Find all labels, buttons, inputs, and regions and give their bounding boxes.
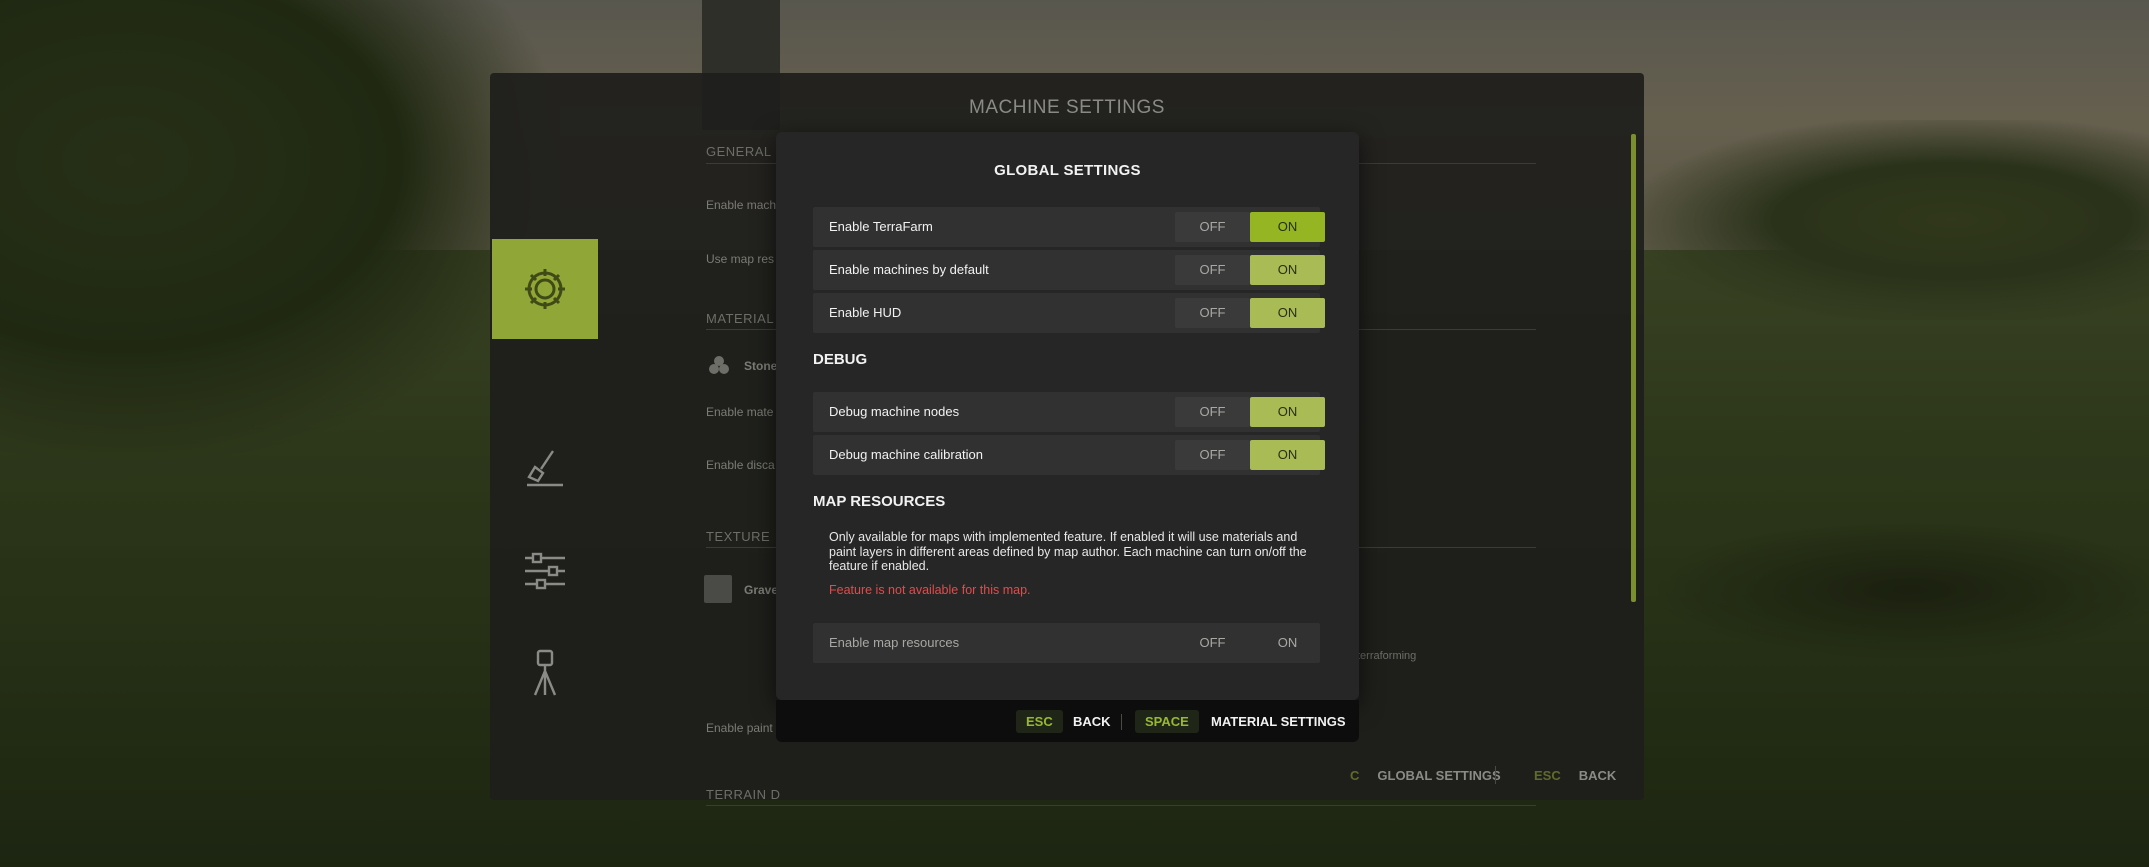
back-label: BACK xyxy=(1578,767,1617,783)
gear-icon xyxy=(519,263,571,315)
setting-enable-terrafarm: Enable TerraFarm OFF ON xyxy=(813,207,1325,247)
toggle-off[interactable]: OFF xyxy=(1175,212,1250,242)
setting-debug-machine-calibration: Debug machine calibration OFF ON xyxy=(813,435,1325,475)
tab-settings-sliders[interactable] xyxy=(492,521,598,621)
debug-heading: DEBUG xyxy=(813,351,868,368)
setting-enable-hud: Enable HUD OFF ON xyxy=(813,293,1325,333)
back-button[interactable]: BACK xyxy=(1073,710,1111,733)
setting-enable-machines-default: Enable machines by default OFF ON xyxy=(813,250,1325,290)
enable-material-label: Enable mate xyxy=(706,405,774,419)
settings-tab-strip xyxy=(490,73,600,800)
toggle-switch: OFF ON xyxy=(1175,298,1326,328)
toggle-switch: OFF ON xyxy=(1175,440,1326,470)
key-space[interactable]: SPACE xyxy=(1135,710,1199,733)
shovel-icon xyxy=(521,445,569,493)
toggle-off[interactable]: OFF xyxy=(1175,298,1250,328)
map-resources-description: Only available for maps with implemented… xyxy=(829,530,1307,573)
scrollbar[interactable] xyxy=(1631,134,1636,602)
back-button-bg[interactable]: ESC BACK xyxy=(1534,750,1616,800)
global-settings-label: GLOBAL SETTINGS xyxy=(1377,767,1501,783)
setting-enable-map-resources: Enable map resources OFF ON xyxy=(813,623,1320,663)
gravel-texture-name: Grave xyxy=(744,583,779,597)
stone-material-name: Stone xyxy=(744,359,778,373)
map-resources-heading: MAP RESOURCES xyxy=(813,493,946,510)
toggle-on[interactable]: ON xyxy=(1250,397,1325,427)
dialog-footer: ESC BACK SPACE MATERIAL SETTINGS xyxy=(776,700,1359,742)
footer-separator xyxy=(1495,766,1496,784)
setting-label: Debug machine calibration xyxy=(829,447,983,462)
toggle-switch: OFF ON xyxy=(1175,212,1326,242)
section-general: GENERAL xyxy=(706,144,772,159)
setting-label: Enable HUD xyxy=(829,305,902,320)
toggle-off[interactable]: OFF xyxy=(1175,397,1250,427)
toggle-on[interactable]: ON xyxy=(1250,440,1325,470)
gravel-swatch xyxy=(704,575,732,603)
section-texture: TEXTURE xyxy=(706,529,771,544)
toggle-off[interactable]: OFF xyxy=(1175,255,1250,285)
toggle-switch: OFF ON xyxy=(1175,255,1326,285)
section-material: MATERIAL xyxy=(706,311,775,326)
key-esc[interactable]: ESC xyxy=(1016,710,1063,733)
machine-settings-title: MACHINE SETTINGS xyxy=(969,97,1165,118)
enable-machine-label: Enable mach xyxy=(706,198,777,212)
toggle-on[interactable]: ON xyxy=(1250,298,1325,328)
toggle-switch-disabled: OFF ON xyxy=(1175,628,1326,658)
setting-label: Debug machine nodes xyxy=(829,404,960,419)
global-settings-button[interactable]: C GLOBAL SETTINGS xyxy=(1350,750,1501,800)
toggle-on[interactable]: ON xyxy=(1250,255,1325,285)
key-esc: ESC xyxy=(1534,767,1561,783)
tab-material[interactable] xyxy=(492,419,598,519)
toggle-off: OFF xyxy=(1199,635,1226,650)
stone-icon xyxy=(706,353,732,377)
key-c: C xyxy=(1350,767,1360,783)
sliders-icon xyxy=(521,547,569,595)
dialog-title: GLOBAL SETTINGS xyxy=(994,162,1141,179)
setting-label: Enable machines by default xyxy=(829,262,989,277)
use-map-resources-label: Use map res xyxy=(706,252,775,266)
setting-debug-machine-nodes: Debug machine nodes OFF ON xyxy=(813,392,1325,432)
map-resources-warning: Feature is not available for this map. xyxy=(829,583,1031,597)
enable-discharge-label: Enable disca xyxy=(706,458,775,472)
footer-separator xyxy=(1121,714,1122,730)
divider xyxy=(706,805,1536,806)
setting-label: Enable TerraFarm xyxy=(829,219,933,234)
toggle-off[interactable]: OFF xyxy=(1175,440,1250,470)
survey-tripod-icon xyxy=(521,647,569,699)
toggle-on[interactable]: ON xyxy=(1250,212,1325,242)
toggle-on: ON xyxy=(1277,635,1298,650)
global-settings-dialog: GLOBAL SETTINGS Enable TerraFarm OFF ON … xyxy=(776,132,1359,700)
enable-paint-label: Enable paint xyxy=(706,721,773,735)
terraforming-note: terraforming xyxy=(1357,650,1417,662)
tab-calibration[interactable] xyxy=(492,623,598,723)
tab-machine-settings[interactable] xyxy=(492,239,598,339)
material-settings-button[interactable]: MATERIAL SETTINGS xyxy=(1211,710,1346,733)
machine-settings-footer: C GLOBAL SETTINGS ESC BACK xyxy=(490,750,1644,800)
setting-label: Enable map resources xyxy=(829,635,960,650)
toggle-switch: OFF ON xyxy=(1175,397,1326,427)
